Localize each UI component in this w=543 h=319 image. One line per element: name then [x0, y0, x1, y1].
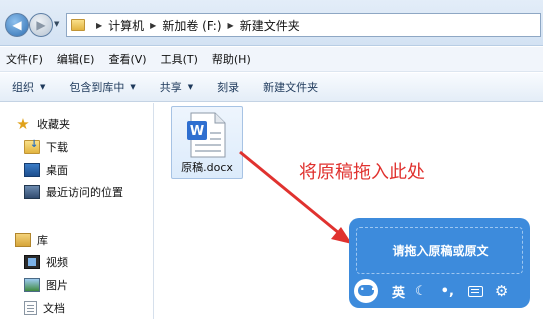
nav-videos-label: 视频	[46, 256, 68, 269]
nav-pictures[interactable]: 图片	[24, 277, 68, 293]
ime-language-toggle[interactable]: 英	[392, 282, 405, 301]
nav-favorites-label: 收藏夹	[37, 118, 70, 131]
dropdown-arrow-icon: ▼	[187, 83, 194, 91]
ime-toolbar: 英 ☾ •, ⚙	[352, 278, 527, 304]
chevron-right-icon[interactable]: ▶	[96, 21, 102, 30]
nav-downloads-label: 下载	[46, 141, 68, 154]
menu-file[interactable]: 文件(F)	[0, 51, 51, 67]
nav-downloads[interactable]: 下载	[24, 139, 68, 155]
nav-recent-places[interactable]: 最近访问的位置	[24, 184, 123, 200]
libraries-icon	[15, 233, 31, 247]
gear-icon[interactable]: ⚙	[495, 282, 508, 300]
file-item[interactable]: W 原稿.docx	[171, 106, 243, 179]
star-icon: ★	[16, 115, 30, 133]
input-method-widget[interactable]: 请拖入原稿或原文 英 ☾ •, ⚙	[349, 218, 530, 308]
nav-documents-label: 文档	[43, 302, 65, 315]
forward-button[interactable]: ▶	[29, 13, 53, 37]
navigation-pane: ★ 收藏夹 下载 桌面 最近访问的位置 库 视频 图片 文档	[0, 103, 154, 319]
organize-label: 组织	[12, 81, 34, 94]
chevron-right-icon[interactable]: ▶	[150, 21, 156, 30]
organize-button[interactable]: 组织 ▼	[0, 79, 57, 95]
downloads-folder-icon	[24, 139, 40, 154]
annotation-text: 将原稿拖入此处	[299, 162, 425, 183]
include-library-label: 包含到库中	[69, 81, 125, 94]
forward-arrow-icon: ▶	[36, 18, 46, 32]
include-in-library-button[interactable]: 包含到库中 ▼	[57, 79, 147, 95]
moon-icon[interactable]: ☾	[415, 284, 427, 299]
punctuation-icon[interactable]: •,	[441, 284, 454, 299]
nav-desktop[interactable]: 桌面	[24, 162, 68, 178]
dropdown-arrow-icon: ▼	[40, 83, 46, 91]
nav-libraries-label: 库	[37, 234, 48, 247]
recent-pages-dropdown[interactable]: ▼	[54, 20, 59, 28]
menu-help[interactable]: 帮助(H)	[206, 51, 259, 67]
breadcrumb[interactable]: ▶ 计算机 ▶ 新加卷 (F:) ▶ 新建文件夹	[66, 13, 541, 37]
video-icon	[24, 255, 40, 269]
nav-favorites[interactable]: ★ 收藏夹	[15, 116, 70, 132]
breadcrumb-folder[interactable]: 新建文件夹	[240, 17, 300, 34]
back-arrow-icon: ◀	[12, 18, 22, 32]
breadcrumb-drive[interactable]: 新加卷 (F:)	[162, 17, 221, 34]
nav-videos[interactable]: 视频	[24, 254, 68, 270]
share-button[interactable]: 共享 ▼	[148, 79, 205, 95]
command-bar: 组织 ▼ 包含到库中 ▼ 共享 ▼ 刻录 新建文件夹	[0, 73, 543, 102]
wps-writer-document-icon: W	[187, 112, 226, 158]
menu-tools[interactable]: 工具(T)	[155, 51, 206, 67]
breadcrumb-computer[interactable]: 计算机	[108, 17, 144, 34]
menu-bar: 文件(F) 编辑(E) 查看(V) 工具(T) 帮助(H)	[0, 47, 543, 72]
new-folder-button[interactable]: 新建文件夹	[251, 79, 330, 95]
back-button[interactable]: ◀	[5, 13, 29, 37]
keyboard-icon[interactable]	[467, 285, 483, 297]
menu-edit[interactable]: 编辑(E)	[51, 51, 103, 67]
nav-recent-label: 最近访问的位置	[46, 186, 123, 199]
address-bar: ◀ ▶ ▼ ▶ 计算机 ▶ 新加卷 (F:) ▶ 新建文件夹	[0, 0, 543, 46]
drop-zone[interactable]: 请拖入原稿或原文	[356, 227, 523, 274]
nav-documents[interactable]: 文档	[24, 300, 65, 316]
folder-icon	[71, 19, 85, 31]
ime-logo-icon[interactable]	[354, 279, 378, 303]
recent-places-icon	[24, 185, 40, 199]
nav-pictures-label: 图片	[46, 279, 68, 292]
menu-view[interactable]: 查看(V)	[102, 51, 154, 67]
dropdown-arrow-icon: ▼	[130, 83, 136, 91]
share-label: 共享	[159, 81, 182, 94]
burn-button[interactable]: 刻录	[205, 79, 251, 95]
nav-desktop-label: 桌面	[46, 164, 68, 177]
nav-libraries[interactable]: 库	[15, 232, 48, 248]
file-name: 原稿.docx	[181, 161, 233, 174]
chevron-right-icon[interactable]: ▶	[228, 21, 234, 30]
documents-icon	[24, 301, 37, 315]
desktop-icon	[24, 163, 40, 177]
pictures-icon	[24, 278, 40, 292]
drop-zone-prompt: 请拖入原稿或原文	[392, 244, 489, 258]
file-icon-letter: W	[190, 124, 204, 139]
